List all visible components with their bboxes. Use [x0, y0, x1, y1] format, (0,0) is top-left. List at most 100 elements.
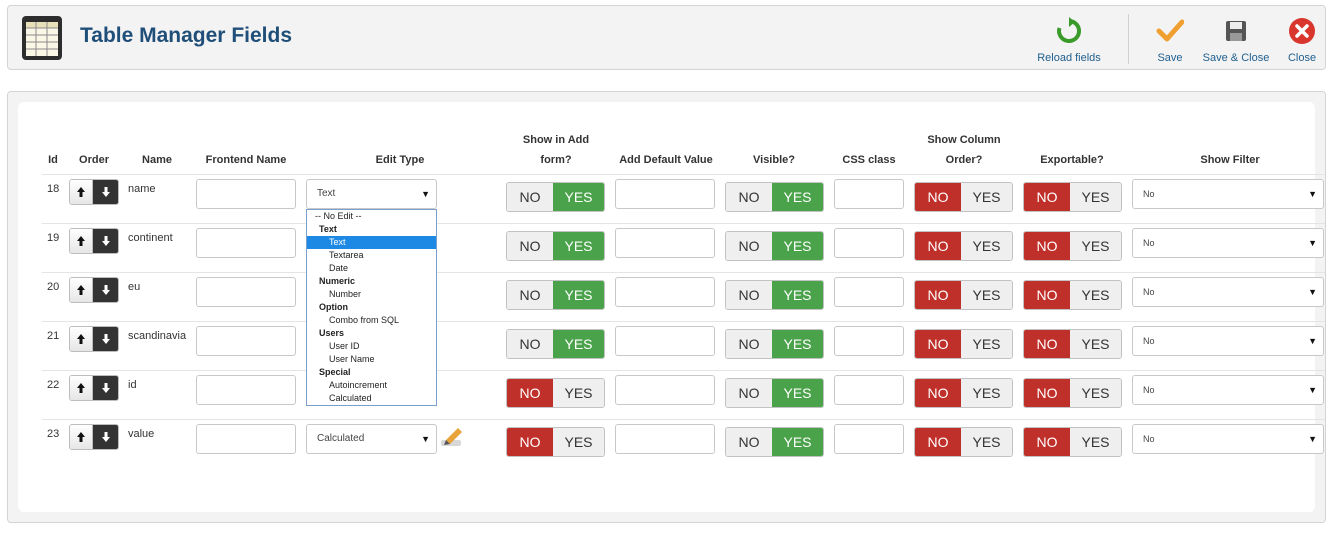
exportable-toggle-yes-option[interactable]: YES [1070, 183, 1121, 211]
show-filter-select[interactable]: No ▼ [1132, 375, 1324, 405]
save-close-button[interactable]: Save & Close [1202, 16, 1270, 64]
visible-toggle-yes-option[interactable]: YES [772, 330, 823, 358]
exportable-toggle[interactable]: NO YES [1023, 329, 1122, 359]
show-in-add-toggle-yes-option[interactable]: YES [553, 379, 604, 407]
exportable-toggle[interactable]: NO YES [1023, 378, 1122, 408]
move-down-button[interactable] [93, 229, 118, 253]
move-down-button[interactable] [93, 180, 118, 204]
css-class-input[interactable] [834, 277, 904, 307]
column-order-toggle-no-option[interactable]: NO [915, 379, 961, 407]
frontend-name-input[interactable] [196, 277, 296, 307]
show-in-add-toggle-no-option[interactable]: NO [507, 232, 553, 260]
visible-toggle-no-option[interactable]: NO [726, 281, 772, 309]
visible-toggle-yes-option[interactable]: YES [772, 232, 823, 260]
dropdown-option[interactable]: Text [307, 236, 436, 249]
column-order-toggle-yes-option[interactable]: YES [961, 281, 1012, 309]
show-in-add-toggle[interactable]: NO YES [506, 329, 605, 359]
show-filter-select[interactable]: No ▼ [1132, 424, 1324, 454]
column-order-toggle-yes-option[interactable]: YES [961, 183, 1012, 211]
css-class-input[interactable] [834, 326, 904, 356]
visible-toggle-yes-option[interactable]: YES [772, 281, 823, 309]
visible-toggle[interactable]: NO YES [725, 378, 824, 408]
show-in-add-toggle-no-option[interactable]: NO [507, 428, 553, 456]
move-up-button[interactable] [70, 229, 94, 253]
show-in-add-toggle-no-option[interactable]: NO [507, 281, 553, 309]
save-button[interactable]: Save [1150, 16, 1190, 64]
show-in-add-toggle-no-option[interactable]: NO [507, 183, 553, 211]
exportable-toggle-no-option[interactable]: NO [1024, 428, 1070, 456]
show-in-add-toggle[interactable]: NO YES [506, 427, 605, 457]
default-value-input[interactable] [615, 424, 715, 454]
exportable-toggle-yes-option[interactable]: YES [1070, 330, 1121, 358]
visible-toggle[interactable]: NO YES [725, 231, 824, 261]
css-class-input[interactable] [834, 179, 904, 209]
move-down-button[interactable] [93, 327, 118, 351]
column-order-toggle-no-option[interactable]: NO [915, 330, 961, 358]
frontend-name-input[interactable] [196, 424, 296, 454]
exportable-toggle[interactable]: NO YES [1023, 280, 1122, 310]
show-filter-select[interactable]: No ▼ [1132, 277, 1324, 307]
css-class-input[interactable] [834, 424, 904, 454]
exportable-toggle-yes-option[interactable]: YES [1070, 428, 1121, 456]
default-value-input[interactable] [615, 375, 715, 405]
frontend-name-input[interactable] [196, 326, 296, 356]
exportable-toggle-no-option[interactable]: NO [1024, 183, 1070, 211]
exportable-toggle-yes-option[interactable]: YES [1070, 379, 1121, 407]
visible-toggle-yes-option[interactable]: YES [772, 183, 823, 211]
column-order-toggle-yes-option[interactable]: YES [961, 428, 1012, 456]
column-order-toggle[interactable]: NO YES [914, 231, 1013, 261]
exportable-toggle-no-option[interactable]: NO [1024, 379, 1070, 407]
column-order-toggle[interactable]: NO YES [914, 182, 1013, 212]
close-button[interactable]: Close [1284, 16, 1320, 64]
column-order-toggle-no-option[interactable]: NO [915, 232, 961, 260]
visible-toggle-no-option[interactable]: NO [726, 232, 772, 260]
visible-toggle[interactable]: NO YES [725, 329, 824, 359]
visible-toggle-no-option[interactable]: NO [726, 330, 772, 358]
exportable-toggle-yes-option[interactable]: YES [1070, 281, 1121, 309]
column-order-toggle[interactable]: NO YES [914, 329, 1013, 359]
edit-type-dropdown-list[interactable]: -- No Edit -- Text Text Textarea Date Numeric… [306, 209, 437, 406]
show-in-add-toggle[interactable]: NO YES [506, 182, 605, 212]
frontend-name-input[interactable] [196, 228, 296, 258]
show-in-add-toggle-yes-option[interactable]: YES [553, 232, 604, 260]
dropdown-option[interactable]: Date [307, 262, 436, 275]
edit-type-select[interactable]: Text ▼ [306, 179, 437, 209]
column-order-toggle-no-option[interactable]: NO [915, 281, 961, 309]
move-down-button[interactable] [93, 425, 118, 449]
visible-toggle[interactable]: NO YES [725, 427, 824, 457]
dropdown-option[interactable]: Calculated [307, 392, 436, 405]
column-order-toggle-yes-option[interactable]: YES [961, 330, 1012, 358]
frontend-name-input[interactable] [196, 375, 296, 405]
dropdown-option[interactable]: User Name [307, 353, 436, 366]
move-down-button[interactable] [93, 376, 118, 400]
visible-toggle-yes-option[interactable]: YES [772, 428, 823, 456]
move-up-button[interactable] [70, 327, 94, 351]
default-value-input[interactable] [615, 179, 715, 209]
css-class-input[interactable] [834, 228, 904, 258]
edit-type-select[interactable]: Calculated ▼ [306, 424, 437, 454]
frontend-name-input[interactable] [196, 179, 296, 209]
show-filter-select[interactable]: No ▼ [1132, 228, 1324, 258]
default-value-input[interactable] [615, 326, 715, 356]
default-value-input[interactable] [615, 228, 715, 258]
move-down-button[interactable] [93, 278, 118, 302]
exportable-toggle[interactable]: NO YES [1023, 231, 1122, 261]
move-up-button[interactable] [70, 376, 94, 400]
pencil-icon[interactable] [440, 426, 464, 451]
visible-toggle-no-option[interactable]: NO [726, 183, 772, 211]
show-in-add-toggle-yes-option[interactable]: YES [553, 281, 604, 309]
css-class-input[interactable] [834, 375, 904, 405]
column-order-toggle-yes-option[interactable]: YES [961, 232, 1012, 260]
column-order-toggle[interactable]: NO YES [914, 280, 1013, 310]
show-filter-select[interactable]: No ▼ [1132, 179, 1324, 209]
visible-toggle-no-option[interactable]: NO [726, 379, 772, 407]
show-in-add-toggle[interactable]: NO YES [506, 280, 605, 310]
default-value-input[interactable] [615, 277, 715, 307]
dropdown-option[interactable]: Textarea [307, 249, 436, 262]
show-in-add-toggle-no-option[interactable]: NO [507, 379, 553, 407]
show-in-add-toggle-yes-option[interactable]: YES [553, 330, 604, 358]
exportable-toggle-yes-option[interactable]: YES [1070, 232, 1121, 260]
move-up-button[interactable] [70, 278, 94, 302]
exportable-toggle-no-option[interactable]: NO [1024, 232, 1070, 260]
move-up-button[interactable] [70, 180, 94, 204]
